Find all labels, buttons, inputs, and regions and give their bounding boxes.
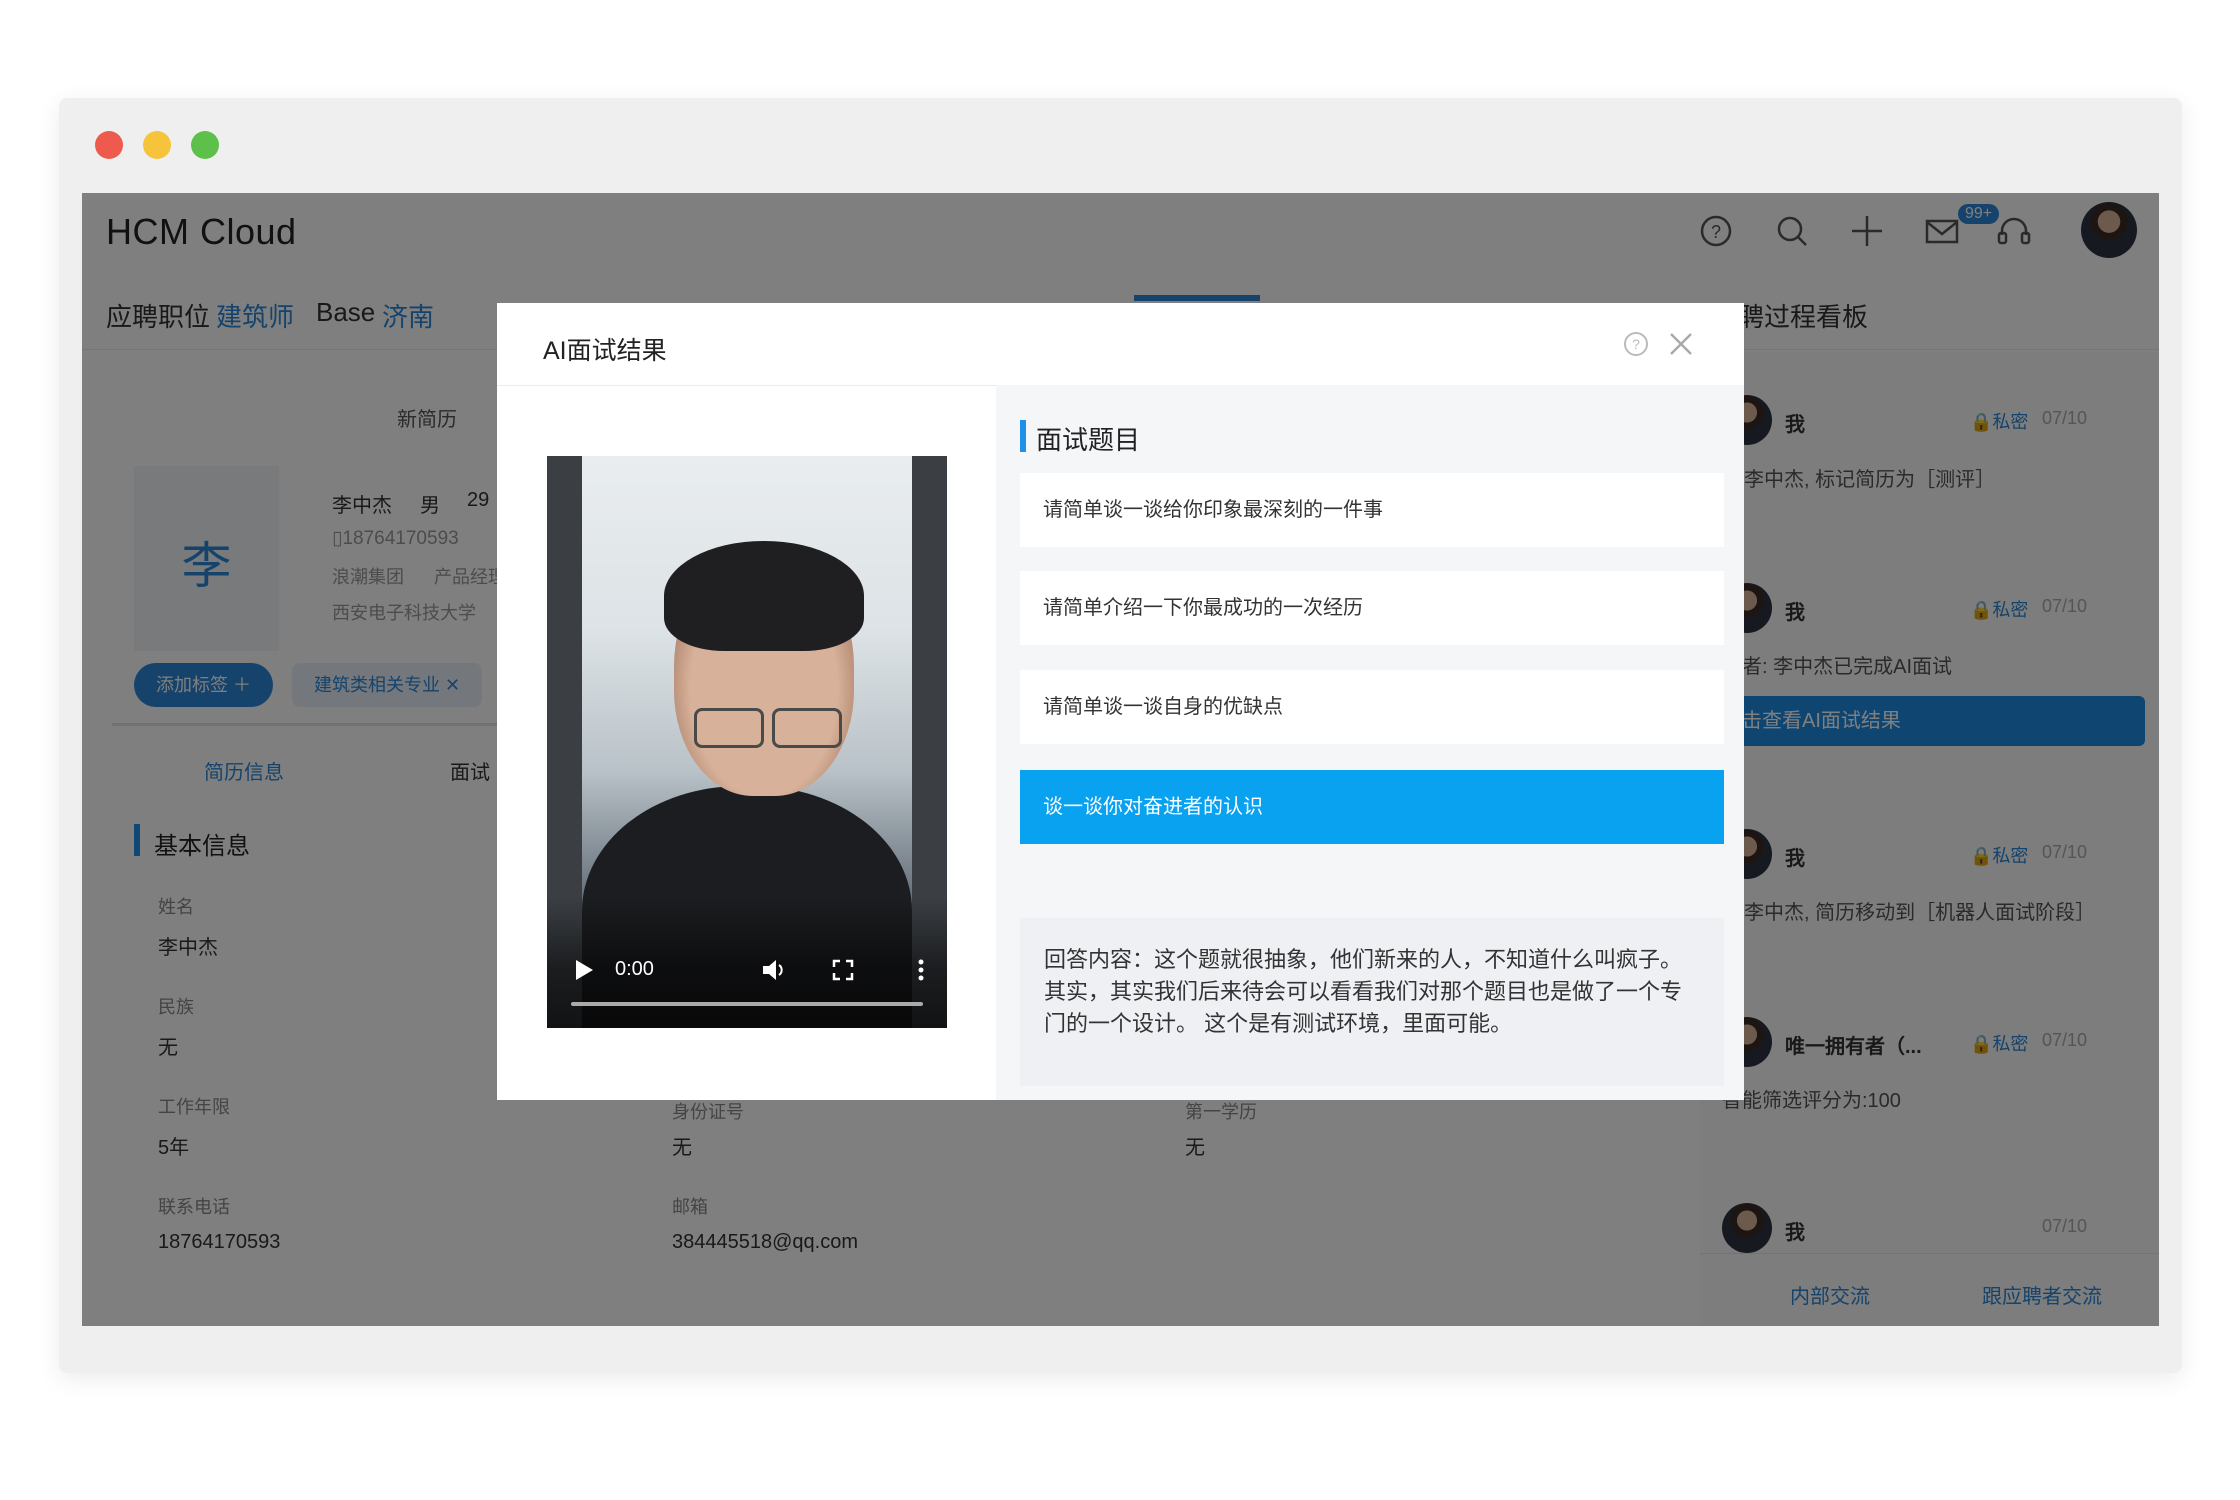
more-options-icon[interactable] bbox=[917, 958, 925, 982]
modal-header: AI面试结果 ? bbox=[497, 303, 1744, 386]
question-item-active[interactable]: 谈一谈你对奋进者的认识 bbox=[1020, 770, 1724, 844]
video-controls: 0:00 bbox=[547, 896, 947, 1028]
maximize-window-dot[interactable] bbox=[191, 131, 219, 159]
modal-title: AI面试结果 bbox=[543, 337, 667, 365]
video-progress-bar[interactable] bbox=[571, 1002, 923, 1006]
close-icon[interactable] bbox=[1667, 330, 1695, 358]
video-time: 0:00 bbox=[615, 958, 654, 980]
fullscreen-icon[interactable] bbox=[831, 958, 855, 982]
video-person-hair bbox=[664, 541, 864, 651]
app-screen: HCM Cloud ? 99+ 应聘职位 建筑师 Base 济南 招聘过程看板 bbox=[82, 193, 2159, 1326]
answer-content: 回答内容：这个题就很抽象，他们新来的人，不知道什么叫疯子。 其实，其实我们后来待… bbox=[1020, 918, 1724, 1086]
close-window-dot[interactable] bbox=[95, 131, 123, 159]
glasses-left bbox=[694, 708, 764, 748]
help-icon[interactable]: ? bbox=[1622, 330, 1650, 358]
volume-icon[interactable] bbox=[760, 956, 788, 984]
questions-title: 面试题目 bbox=[1036, 425, 1141, 455]
ai-result-modal: AI面试结果 ? 0:00 面试题目 请简单谈一谈给你印象最深刻的一件事 请简单… bbox=[497, 303, 1744, 1100]
question-item[interactable]: 请简单介绍一下你最成功的一次经历 bbox=[1020, 571, 1724, 645]
play-icon[interactable] bbox=[573, 958, 595, 982]
section-bar bbox=[1020, 420, 1026, 452]
interview-video-player[interactable]: 0:00 bbox=[547, 456, 947, 1028]
question-item[interactable]: 请简单谈一谈自身的优缺点 bbox=[1020, 670, 1724, 744]
svg-text:?: ? bbox=[1632, 336, 1640, 352]
glasses-right bbox=[772, 708, 842, 748]
question-item[interactable]: 请简单谈一谈给你印象最深刻的一件事 bbox=[1020, 473, 1724, 547]
minimize-window-dot[interactable] bbox=[143, 131, 171, 159]
question-panel: 面试题目 请简单谈一谈给你印象最深刻的一件事 请简单介绍一下你最成功的一次经历 … bbox=[996, 385, 1744, 1100]
